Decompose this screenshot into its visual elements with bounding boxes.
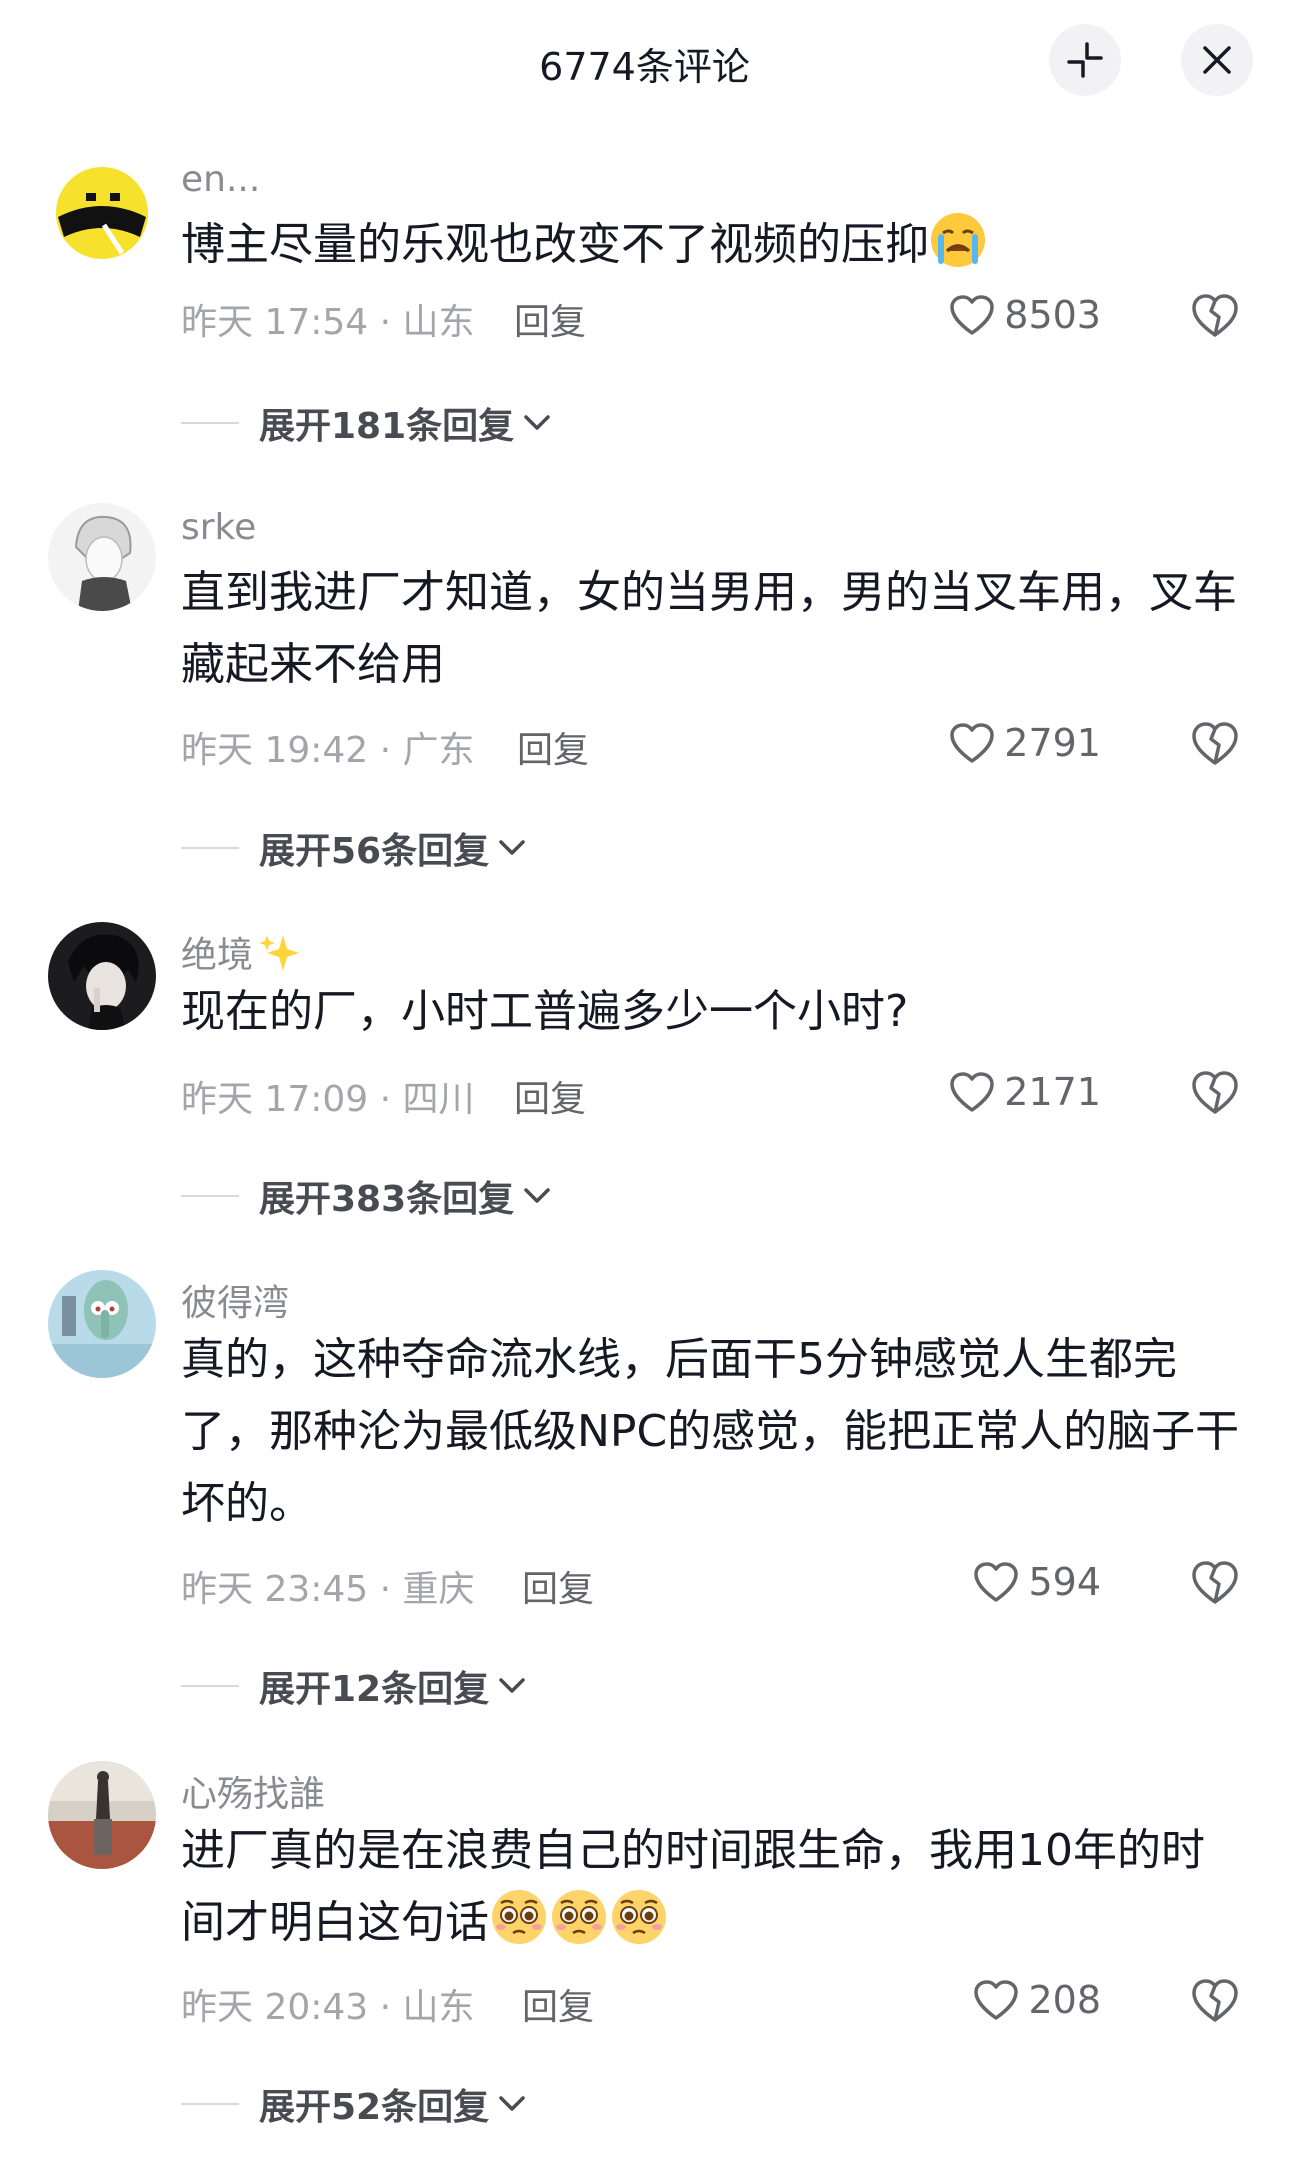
expand-replies-label: 展开12条回复: [259, 1669, 490, 1710]
broken-heart-icon[interactable]: [1189, 289, 1241, 341]
like-count: 2791: [1004, 721, 1101, 765]
reply-button[interactable]: 回复: [522, 1560, 594, 1612]
expand-replies-button[interactable]: 展开181条回复: [181, 398, 552, 448]
username[interactable]: 绝境: [181, 926, 301, 978]
reply-button[interactable]: 回复: [522, 1978, 594, 2030]
avatar[interactable]: [48, 922, 156, 1030]
like-count: 2171: [1004, 1070, 1101, 1114]
like-count: 8503: [1004, 293, 1101, 337]
comment-text: 真的，这种夺命流水线，后面干5分钟感觉人生都完了，那种沦为最低级NPC的感觉，能…: [181, 1334, 1240, 1529]
avatar[interactable]: [48, 1270, 156, 1378]
heart-icon: [950, 295, 995, 335]
expand-replies-button[interactable]: 展开12条回复: [181, 1661, 527, 1711]
comment-meta: 昨天 23:45 · 重庆 回复 594: [181, 1554, 1241, 1610]
divider: [181, 422, 239, 424]
chevron-down-icon: [499, 2096, 525, 2111]
time-location: 昨天 23:45 · 重庆: [181, 1569, 475, 1610]
like-count: 208: [1028, 1978, 1101, 2022]
heart-icon: [950, 1072, 995, 1112]
comment-meta: 昨天 19:42 · 广东 回复 2791: [181, 715, 1241, 771]
pleading-face-emoji: [492, 1890, 546, 1944]
chevron-down-icon: [524, 415, 550, 430]
comment-text: 现在的厂，小时工普遍多少一个小时?: [181, 986, 909, 1037]
time-location: 昨天 17:54 · 山东: [181, 302, 475, 343]
username[interactable]: srke: [181, 507, 256, 548]
crying-emoji: [931, 213, 985, 267]
expand-replies-label: 展开383条回复: [259, 1179, 515, 1220]
divider: [181, 1195, 239, 1197]
comment-text: 博主尽量的乐观也改变不了视频的压抑: [181, 209, 1241, 281]
heart-icon: [950, 723, 995, 763]
reply-button[interactable]: 回复: [514, 293, 586, 345]
broken-heart-icon[interactable]: [1189, 1974, 1241, 2026]
time-location: 昨天 19:42 · 广东: [181, 730, 475, 771]
time-location: 昨天 17:09 · 四川: [181, 1079, 475, 1120]
expand-replies-button[interactable]: 展开52条回复: [181, 2079, 527, 2129]
expand-replies-button[interactable]: 展开383条回复: [181, 1171, 552, 1221]
like-button[interactable]: 8503: [948, 287, 1101, 343]
avatar[interactable]: [48, 155, 156, 263]
like-count: 594: [1028, 1560, 1101, 1604]
collapse-icon: [1067, 42, 1103, 78]
expand-replies-label: 展开56条回复: [259, 831, 490, 872]
comment-meta: 昨天 17:09 · 四川 回复 2171: [181, 1064, 1241, 1120]
expand-replies-button[interactable]: 展开56条回复: [181, 823, 527, 873]
close-icon: [1203, 46, 1231, 74]
divider: [181, 2103, 239, 2105]
broken-heart-icon[interactable]: [1189, 1556, 1241, 1608]
expand-replies-label: 展开52条回复: [259, 2087, 490, 2128]
chevron-down-icon: [499, 840, 525, 855]
reply-button[interactable]: 回复: [514, 1070, 586, 1122]
heart-icon: [974, 1562, 1019, 1602]
reply-button[interactable]: 回复: [517, 721, 589, 773]
username[interactable]: 心殇找誰: [181, 1765, 325, 1817]
pleading-face-emoji: [612, 1890, 666, 1944]
broken-heart-icon[interactable]: [1189, 1066, 1241, 1118]
avatar[interactable]: [48, 1761, 156, 1869]
broken-heart-icon[interactable]: [1189, 717, 1241, 769]
comment-text: 直到我进厂才知道，女的当男用，男的当叉车用，叉车藏起来不给用: [181, 567, 1237, 690]
sparkle-icon: [259, 935, 300, 971]
avatar[interactable]: [48, 503, 156, 611]
heart-icon: [974, 1980, 1019, 2020]
close-button[interactable]: [1181, 24, 1253, 96]
username[interactable]: 彼得湾: [181, 1274, 289, 1326]
like-button[interactable]: 2171: [948, 1064, 1101, 1120]
username[interactable]: en...: [181, 159, 260, 200]
divider: [181, 847, 239, 849]
comment-meta: 昨天 17:54 · 山东 回复 8503: [181, 287, 1241, 343]
time-location: 昨天 20:43 · 山东: [181, 1987, 475, 2028]
chevron-down-icon: [524, 1188, 550, 1203]
chevron-down-icon: [499, 1678, 525, 1693]
comment-meta: 昨天 20:43 · 山东 回复 208: [181, 1972, 1241, 2028]
comment-text: 进厂真的是在浪费自己的时间跟生命，我用10年的时间才明白这句话: [181, 1825, 1205, 1948]
like-button[interactable]: 2791: [948, 715, 1101, 771]
pleading-face-emoji: [552, 1890, 606, 1944]
like-button[interactable]: 208: [972, 1972, 1101, 2028]
expand-replies-label: 展开181条回复: [259, 406, 515, 447]
comments-header: 6774条评论: [0, 0, 1289, 124]
collapse-button[interactable]: [1049, 24, 1121, 96]
divider: [181, 1685, 239, 1687]
like-button[interactable]: 594: [972, 1554, 1101, 1610]
